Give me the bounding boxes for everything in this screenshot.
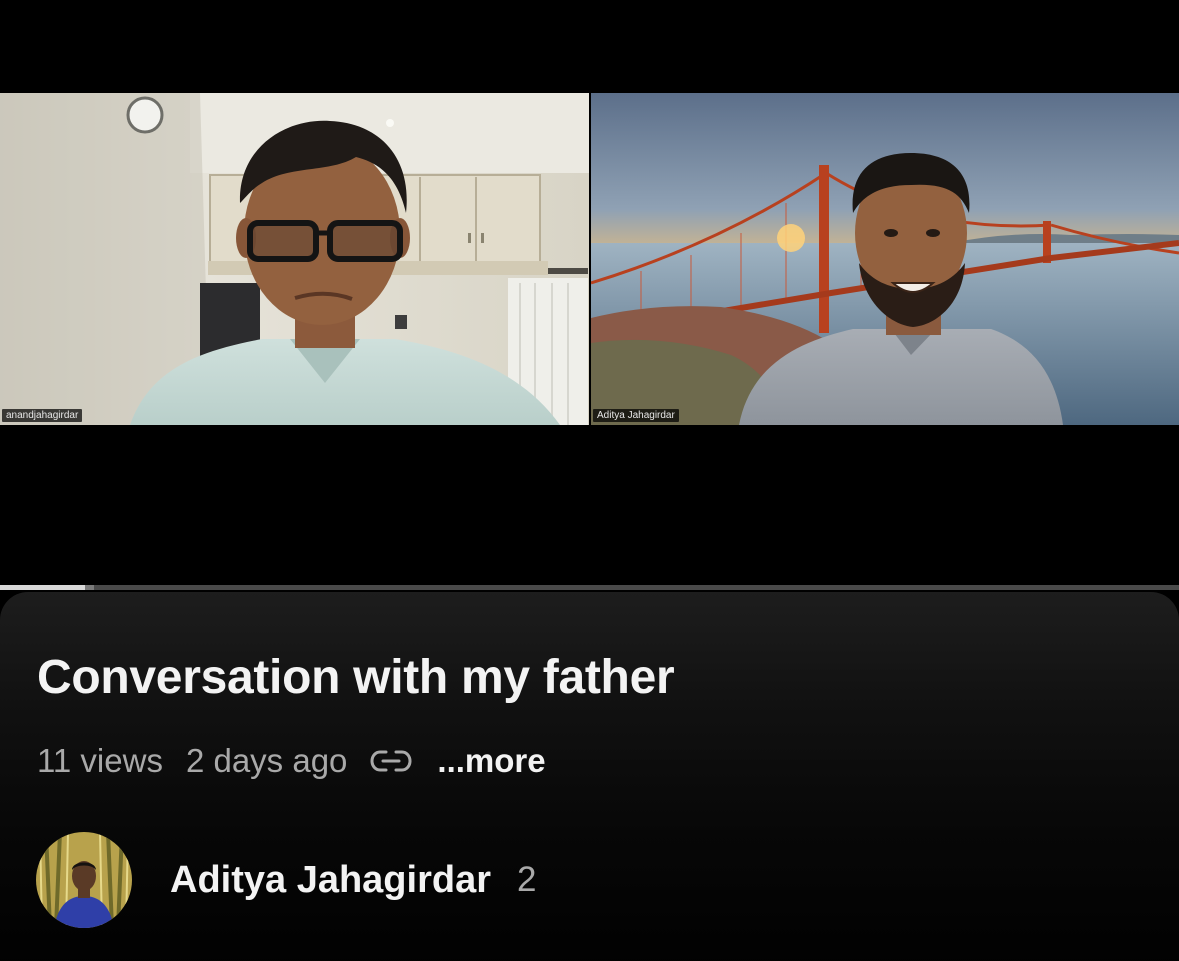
- video-page: anandjahagirdar Aditya Jahagirdar Conver…: [0, 0, 1179, 961]
- participant-tile-right: Aditya Jahagirdar: [591, 93, 1179, 425]
- participant-video-left: [0, 93, 589, 425]
- video-title[interactable]: Conversation with my father: [37, 650, 675, 705]
- subscriber-count: 2: [517, 860, 537, 899]
- progress-played: [0, 585, 85, 590]
- video-player[interactable]: anandjahagirdar Aditya Jahagirdar: [0, 0, 1179, 590]
- participant-video-right: [591, 93, 1179, 425]
- avatar[interactable]: [36, 832, 132, 928]
- more-button[interactable]: ...more: [437, 742, 545, 780]
- participant-name-tag: anandjahagirdar: [2, 409, 83, 422]
- channel-row[interactable]: Aditya Jahagirdar 2: [36, 832, 536, 928]
- progress-bar[interactable]: [0, 585, 1179, 590]
- participant-tile-left: anandjahagirdar: [0, 93, 589, 425]
- view-count[interactable]: 11 views: [37, 742, 163, 780]
- link-icon[interactable]: [369, 746, 415, 776]
- video-meta-row: 11 views 2 days ago ...more: [37, 739, 546, 783]
- participant-name-tag: Aditya Jahagirdar: [593, 409, 679, 422]
- upload-date[interactable]: 2 days ago: [186, 742, 347, 780]
- channel-name[interactable]: Aditya Jahagirdar: [170, 859, 491, 902]
